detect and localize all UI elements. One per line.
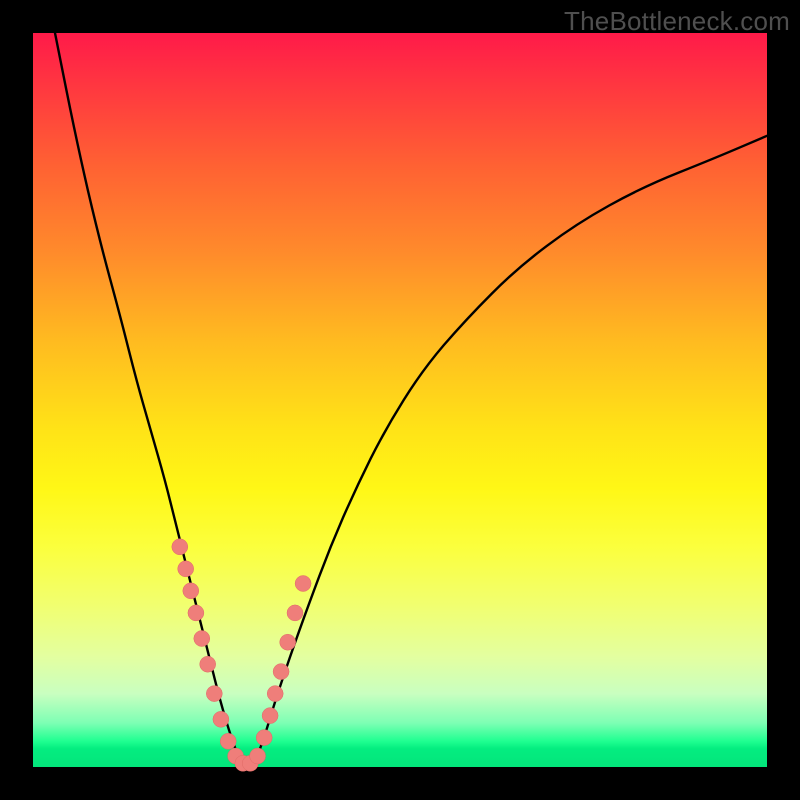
marker-dot: [194, 631, 210, 647]
marker-dot: [172, 539, 188, 555]
marker-dot: [280, 634, 296, 650]
marker-dot: [273, 664, 289, 680]
marker-dot: [256, 730, 272, 746]
marker-dot: [262, 708, 278, 724]
marker-dot: [178, 561, 194, 577]
marker-dot: [250, 748, 266, 764]
marker-dot: [220, 733, 236, 749]
curve-right-path: [253, 136, 767, 767]
marker-dot: [200, 656, 216, 672]
chart-svg: [33, 33, 767, 767]
outer-frame: TheBottleneck.com: [0, 0, 800, 800]
curve-left: [55, 33, 242, 767]
curve-left-path: [55, 33, 242, 767]
marker-dot: [206, 686, 222, 702]
marker-dot: [183, 583, 199, 599]
marker-dot: [267, 686, 283, 702]
plot-area: [33, 33, 767, 767]
marker-dot: [188, 605, 204, 621]
marker-dot: [295, 576, 311, 592]
curve-right: [253, 136, 767, 767]
marker-dot: [287, 605, 303, 621]
watermark-label: TheBottleneck.com: [564, 6, 790, 37]
marker-dot: [213, 711, 229, 727]
